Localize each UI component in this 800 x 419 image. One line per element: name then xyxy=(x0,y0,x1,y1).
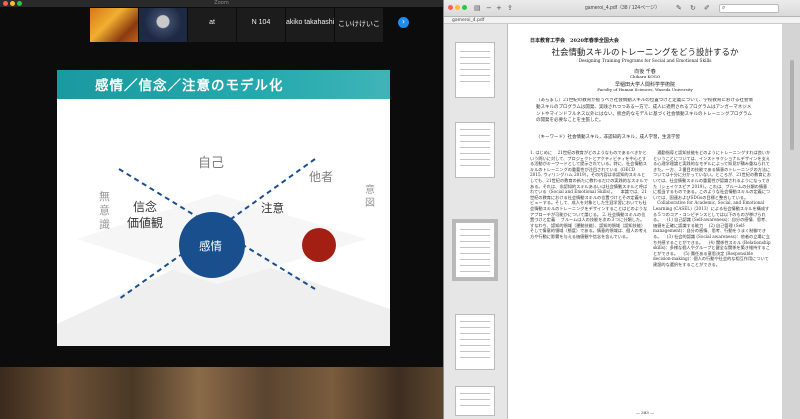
shared-slide: 感情／信念／注意のモデル化 自己 他者 無意識 意図 信念 価値観 感情 注意 xyxy=(57,70,390,346)
participant-name: N 104 xyxy=(251,19,271,26)
pdf-page: 日本教育工学会 2020年春季全国大会 社会情動スキルのトレーニングをどう設計す… xyxy=(508,24,782,419)
annotate-icon[interactable]: ✐ xyxy=(704,4,710,12)
paper-title-en: Designing Training Programs for Social a… xyxy=(578,59,712,64)
participant-tile[interactable]: N 104 xyxy=(237,8,285,42)
slide-title: 感情／信念／注意のモデル化 xyxy=(95,78,284,94)
search-input[interactable] xyxy=(719,4,779,13)
zoom-in-icon[interactable]: + xyxy=(496,4,502,12)
participant-video[interactable] xyxy=(139,8,187,42)
participant-tile[interactable]: akiko takahashi xyxy=(286,8,334,42)
minimize-window-button[interactable] xyxy=(455,5,460,10)
rotate-icon[interactable]: ↻ xyxy=(690,4,696,12)
page-thumbnail[interactable] xyxy=(455,42,495,98)
attention-label: 注意 xyxy=(261,201,284,215)
zoom-window-button[interactable] xyxy=(462,5,467,10)
page-thumbnail[interactable] xyxy=(455,314,495,370)
right-column-text: 通勤指導と認知技能をどのようにトレーニングすれば良いかということについては、イン… xyxy=(653,150,771,267)
participant-name: at xyxy=(209,19,215,26)
abstract: （あらまし）21世紀の教育が扱うべき社会情動スキルの位置づけと定義について、学校… xyxy=(536,98,753,124)
other-circle xyxy=(302,228,336,262)
unconscious-label: 無意識 xyxy=(99,190,110,231)
belief-label: 信念 xyxy=(133,200,158,214)
participant-name: こいけけいこ xyxy=(338,21,380,28)
page-thumbnail[interactable] xyxy=(455,386,495,416)
chevron-right-icon[interactable]: › xyxy=(398,17,409,28)
journal-header: 日本教育工学会 2020年春季全国大会 xyxy=(530,38,619,44)
participant-name: akiko takahashi xyxy=(286,19,334,26)
vertical-scrollbar[interactable] xyxy=(790,60,794,150)
share-icon[interactable]: ⇪ xyxy=(507,4,513,12)
other-label: 他者 xyxy=(309,170,334,184)
pdf-toolbar: ▤ − + ⇪ gameroi_4.pdf（38 / 124ページ） ✎ ↻ ✐… xyxy=(444,0,800,17)
desktop-wallpaper xyxy=(0,367,443,419)
sidebar-toggle-icon[interactable]: ▤ xyxy=(474,4,481,12)
pdf-tab-bar: gameroi_4.pdf xyxy=(444,17,800,24)
pdf-tab[interactable]: gameroi_4.pdf xyxy=(452,17,484,24)
slide-header: 感情／信念／注意のモデル化 xyxy=(57,70,390,99)
page-thumbnail-selected[interactable] xyxy=(452,219,498,281)
left-column-text: 1. はじめに 21世紀の教育がどのようなものであるべきかという問いに対して、プ… xyxy=(530,150,648,239)
values-label: 価値観 xyxy=(127,216,164,230)
close-window-button[interactable] xyxy=(448,5,453,10)
paper-title: 社会情動スキルのトレーニングをどう設計するか xyxy=(551,48,739,58)
emotion-label: 感情 xyxy=(199,239,222,253)
page-thumbnail[interactable] xyxy=(455,122,495,178)
zoom-out-icon[interactable]: − xyxy=(486,4,492,12)
search-icon: ⌕ xyxy=(722,4,726,11)
participant-tile[interactable]: at xyxy=(188,8,236,42)
thumbnail-sidebar xyxy=(444,24,508,419)
participant-tile[interactable]: こいけけいこ xyxy=(335,8,383,42)
self-label: 自己 xyxy=(198,156,225,171)
zoom-window-title: Zoom xyxy=(214,0,229,6)
participant-strip: at N 104 akiko takahashi こいけけいこ xyxy=(90,8,384,42)
keywords: 〈キーワード〉社会情動スキル，非認知的スキル，成人学習，生涯学習 xyxy=(536,135,680,140)
author-name-en: Chiharu KOGO xyxy=(629,74,661,79)
page-footer-number: — 383 — xyxy=(635,410,655,415)
affiliation-en: Faculty of Human Sciences, Waseda Univer… xyxy=(597,87,693,92)
zoom-window: Zoom at N 104 akiko takahashi こいけけいこ › 感… xyxy=(0,0,443,419)
participant-video[interactable] xyxy=(90,8,138,42)
intention-label: 意図 xyxy=(365,185,375,209)
zoom-title-bar: Zoom xyxy=(0,0,443,7)
markup-icon[interactable]: ✎ xyxy=(676,4,682,12)
